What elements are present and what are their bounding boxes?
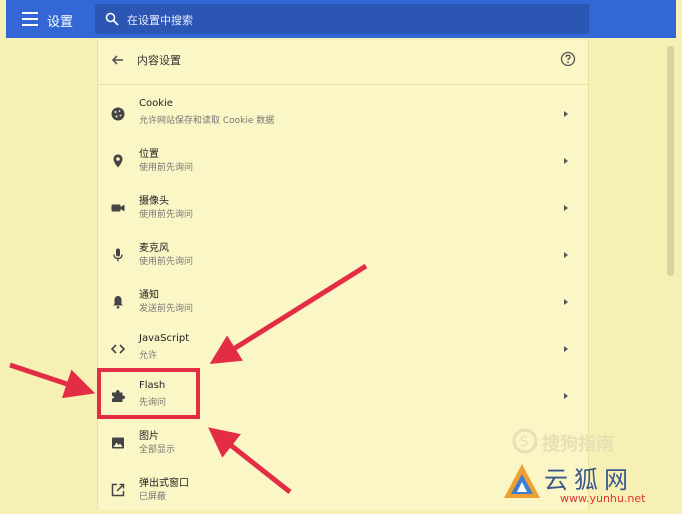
chevron-right-icon xyxy=(564,393,568,399)
vertical-scrollbar[interactable] xyxy=(667,46,674,276)
row-title: 通知 xyxy=(139,290,159,301)
row-title: JavaScript xyxy=(139,333,190,344)
row-title: 弹出式窗口 xyxy=(139,478,189,489)
arrow-from-left xyxy=(9,362,96,399)
row-subtitle: 使用前先询问 xyxy=(139,257,194,267)
chevron-right-icon xyxy=(564,346,568,352)
row-title: Cookie xyxy=(139,98,173,109)
card-header: 内容设置 xyxy=(98,40,588,80)
help-circle-icon[interactable] xyxy=(560,51,576,67)
sogou-watermark-text: 搜狗指南 xyxy=(542,434,614,455)
location-pin-icon xyxy=(113,154,123,168)
settings-row-notifications[interactable]: 通知 发送前先询问 xyxy=(98,279,588,326)
page-title: 内容设置 xyxy=(137,54,181,67)
settings-row-cookie[interactable]: Cookie 允许网站保存和读取 Cookie 数据 xyxy=(98,91,588,138)
row-title: 图片 xyxy=(139,431,159,442)
row-subtitle: 发送前先询问 xyxy=(139,304,194,314)
app-title: 设置 xyxy=(47,15,74,30)
chevron-right-icon xyxy=(564,158,568,164)
settings-row-location[interactable]: 位置 使用前先询问 xyxy=(98,138,588,185)
row-subtitle: 使用前先询问 xyxy=(139,163,194,173)
sogou-logo-icon: S xyxy=(512,428,538,454)
arrow-back-icon[interactable] xyxy=(110,52,126,68)
sogou-watermark: S 搜狗指南 xyxy=(512,428,672,455)
chevron-right-icon xyxy=(564,205,568,211)
yunhu-logo-icon xyxy=(504,464,540,498)
search-placeholder: 在设置中搜索 xyxy=(127,14,193,27)
row-subtitle: 允许网站保存和读取 Cookie 数据 xyxy=(139,116,275,126)
microphone-icon xyxy=(113,248,123,262)
header-divider xyxy=(98,84,588,85)
row-subtitle: 使用前先询问 xyxy=(139,210,194,220)
bell-icon xyxy=(113,296,123,309)
chevron-right-icon xyxy=(564,252,568,258)
settings-row-camera[interactable]: 摄像头 使用前先询问 xyxy=(98,185,588,232)
yunhu-watermark-text: 云狐网 xyxy=(544,466,634,494)
row-subtitle: 全部显示 xyxy=(139,445,176,455)
camera-icon xyxy=(111,204,125,212)
top-app-bar: 设置 在设置中搜索 xyxy=(6,0,676,38)
row-title: 摄像头 xyxy=(139,196,169,207)
search-input[interactable]: 在设置中搜索 xyxy=(95,4,589,34)
chevron-right-icon xyxy=(564,299,568,305)
row-title: 麦克风 xyxy=(139,243,169,254)
svg-text:S: S xyxy=(520,435,528,450)
row-title: 位置 xyxy=(139,149,159,160)
open-in-new-icon xyxy=(111,483,125,497)
hamburger-menu-icon[interactable] xyxy=(22,12,38,26)
cookie-icon xyxy=(111,107,125,121)
row-subtitle: 允许 xyxy=(139,351,158,361)
flash-highlight-box xyxy=(97,368,200,419)
search-icon xyxy=(105,12,119,26)
settings-row-javascript[interactable]: JavaScript 允许 xyxy=(98,326,588,373)
yunhu-watermark-url: www.yunhu.net xyxy=(560,492,646,505)
row-subtitle: 已屏蔽 xyxy=(139,492,167,502)
image-icon xyxy=(112,437,124,449)
code-brackets-icon xyxy=(110,344,126,354)
chevron-right-icon xyxy=(564,111,568,117)
settings-row-microphone[interactable]: 麦克风 使用前先询问 xyxy=(98,232,588,279)
